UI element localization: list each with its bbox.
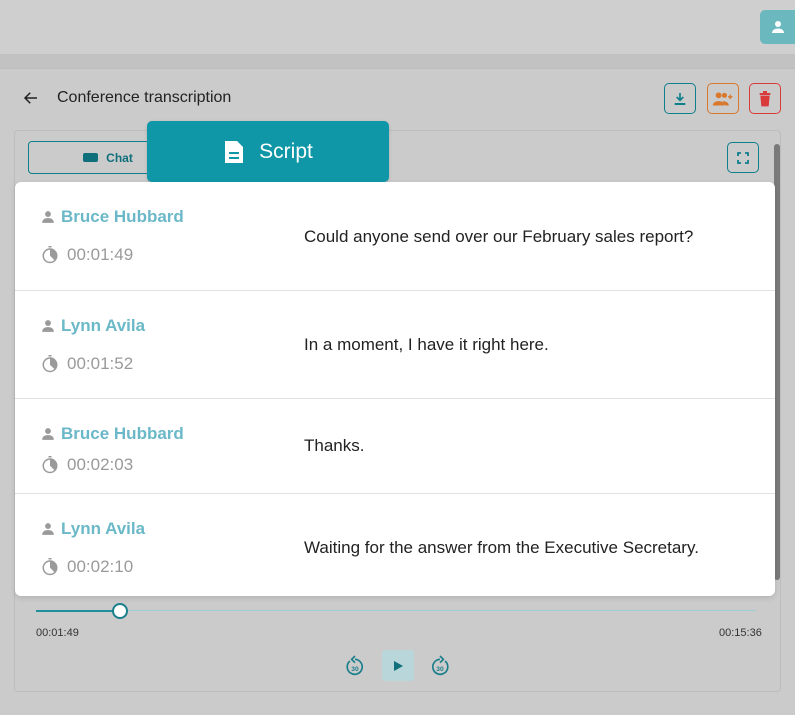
top-bar-shadow xyxy=(0,54,795,68)
timestamp-text: 00:01:52 xyxy=(67,354,134,373)
play-icon xyxy=(394,660,403,671)
delete-button[interactable] xyxy=(749,83,781,114)
timer-icon xyxy=(42,558,58,576)
message-text: Thanks. xyxy=(304,436,365,455)
person-icon xyxy=(42,320,54,332)
person-icon xyxy=(42,428,54,440)
message-text: In a moment, I have it right here. xyxy=(304,335,549,354)
transcript-list: Bruce Hubbard 00:01:49 Could anyone send… xyxy=(15,182,775,596)
tab-script-label: Script xyxy=(259,139,313,163)
progress-track[interactable] xyxy=(36,610,756,611)
add-users-icon xyxy=(712,91,733,106)
progress-thumb[interactable] xyxy=(111,603,128,619)
transcript-row: Lynn Avila 00:01:52 In a moment, I have … xyxy=(15,291,775,399)
speaker: Bruce Hubbard xyxy=(41,207,184,227)
back-button[interactable] xyxy=(20,87,42,109)
timestamp: 00:01:52 xyxy=(41,354,133,374)
timestamp-text: 00:02:10 xyxy=(67,557,134,576)
add-participants-button[interactable] xyxy=(707,83,739,114)
document-icon xyxy=(225,140,244,163)
transcript-row: Bruce Hubbard 00:01:49 Could anyone send… xyxy=(15,182,775,291)
timestamp: 00:01:49 xyxy=(41,245,133,265)
timer-icon xyxy=(42,246,58,264)
speaker-name: Bruce Hubbard xyxy=(61,207,184,226)
tab-script[interactable]: Script xyxy=(147,121,389,182)
transcript-row: Bruce Hubbard 00:02:03 Thanks. xyxy=(15,399,775,494)
person-icon xyxy=(771,21,784,33)
timestamp-text: 00:02:03 xyxy=(67,455,134,474)
chat-icon xyxy=(83,153,99,162)
speaker: Bruce Hubbard xyxy=(41,424,184,444)
person-icon xyxy=(42,211,54,223)
speaker-name: Lynn Avila xyxy=(61,519,146,538)
rewind-30-button[interactable]: 30 xyxy=(339,650,371,681)
skip-forward-label: 30 xyxy=(436,666,444,673)
play-button[interactable] xyxy=(382,650,414,681)
person-icon xyxy=(42,523,54,535)
timestamp-text: 00:01:49 xyxy=(67,245,134,264)
message-text: Could anyone send over our February sale… xyxy=(304,227,694,246)
progress-fill xyxy=(36,610,120,612)
speaker: Lynn Avila xyxy=(41,316,145,336)
message-text: Waiting for the answer from the Executiv… xyxy=(304,538,699,557)
replay-30-icon: 30 xyxy=(346,654,364,675)
speaker: Lynn Avila xyxy=(41,519,145,539)
arrow-left-icon xyxy=(23,92,37,104)
top-app-bar xyxy=(0,0,795,54)
skip-back-label: 30 xyxy=(351,666,359,673)
download-button[interactable] xyxy=(664,83,696,114)
current-time: 00:01:49 xyxy=(36,627,79,639)
timer-icon xyxy=(42,456,58,474)
user-avatar-button[interactable] xyxy=(760,10,795,44)
timer-icon xyxy=(42,355,58,373)
speaker-name: Lynn Avila xyxy=(61,316,146,335)
speaker-name: Bruce Hubbard xyxy=(61,424,184,443)
total-time: 00:15:36 xyxy=(719,627,762,639)
transcript-row: Lynn Avila 00:02:10 Waiting for the answ… xyxy=(15,494,775,596)
timestamp: 00:02:10 xyxy=(41,557,133,577)
page-title: Conference transcription xyxy=(57,89,232,106)
fullscreen-button[interactable] xyxy=(727,142,759,173)
timestamp: 00:02:03 xyxy=(41,455,133,475)
tab-chat-label: Chat xyxy=(106,150,133,165)
trash-icon xyxy=(759,90,771,106)
download-icon xyxy=(674,92,686,105)
forward-30-icon: 30 xyxy=(431,654,449,675)
forward-30-button[interactable]: 30 xyxy=(424,650,456,681)
fullscreen-icon xyxy=(737,151,749,164)
